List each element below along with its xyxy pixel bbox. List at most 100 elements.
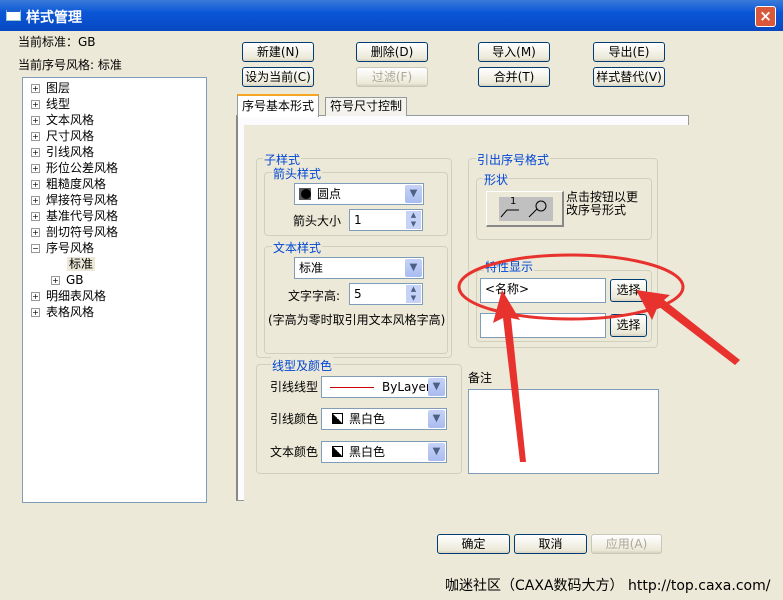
style-tree[interactable]: + 图层 + 线型 + 文本风格 + 尺寸风格 + 引线风格 + 形位公差风格 + 粗糙度风格 + 焊接符号风… (22, 77, 207, 503)
tree-item[interactable]: + 基准代号风格 (31, 208, 118, 224)
tree-item-label: 引线风格 (46, 145, 95, 159)
tree-item-standard[interactable]: 标准 (67, 256, 96, 272)
line-color-title: 线型及颜色 (271, 357, 334, 374)
arrow-size-stepper[interactable]: 1 ▲ ▼ (349, 209, 423, 231)
tree-item[interactable]: + 图层 (31, 80, 70, 96)
text-color-value: 黑白色 (349, 445, 386, 459)
tree-item-label: 明细表风格 (46, 289, 107, 303)
arrow-size-value: 1 (354, 213, 362, 227)
tree-item-label: 图层 (46, 81, 71, 95)
tree-item-label: 表格风格 (46, 305, 95, 319)
chevron-down-icon[interactable]: ▼ (405, 185, 422, 203)
tree-item[interactable]: + 粗糙度风格 (31, 176, 106, 192)
shape-hint: 点击按钮以更改序号形式 (566, 190, 639, 217)
text-height-note: (字高为零时取引用文本风格字高) (268, 313, 446, 327)
expand-icon[interactable]: + (31, 164, 40, 173)
line-type-value: ByLayer (382, 380, 431, 394)
tree-item-label: 粗糙度风格 (46, 177, 107, 191)
color-swatch-icon (332, 446, 343, 457)
tree-item[interactable]: − 序号风格 (31, 240, 94, 256)
shape-button[interactable]: 1 (486, 191, 564, 227)
expand-icon[interactable]: + (31, 116, 40, 125)
expand-icon[interactable]: + (31, 84, 40, 93)
shape-title: 形状 (483, 171, 510, 188)
style-replace-button[interactable]: 样式替代(V) (593, 67, 665, 87)
tree-item-label: 线型 (46, 97, 71, 111)
line-type-select[interactable]: ByLayer ▼ (321, 376, 447, 398)
tree-item-label: 形位公差风格 (46, 161, 119, 175)
chevron-down-icon[interactable]: ▼ (428, 410, 445, 428)
select-button-2[interactable]: 选择 (610, 314, 647, 337)
expand-icon[interactable]: + (31, 180, 40, 189)
expand-icon[interactable]: + (31, 292, 40, 301)
cancel-button[interactable]: 取消 (514, 534, 587, 554)
expand-icon[interactable]: + (51, 276, 60, 285)
tab-basic-form[interactable]: 序号基本形式 (237, 94, 320, 117)
expand-icon[interactable]: + (31, 228, 40, 237)
tree-item[interactable]: + 引线风格 (31, 144, 94, 160)
tree-item[interactable]: + 焊接符号风格 (31, 192, 118, 208)
shape-number: 1 (510, 196, 517, 207)
watermark: 咖迷社区（CAXA数码大方） http://top.caxa.com/ (445, 578, 771, 594)
close-button[interactable]: × (755, 6, 776, 27)
expand-icon[interactable]: + (31, 148, 40, 157)
text-color-label: 文本颜色 (270, 445, 319, 459)
color-swatch-icon (332, 413, 343, 424)
tree-item[interactable]: + 文本风格 (31, 112, 94, 128)
property-field-1[interactable]: <名称> (480, 278, 606, 303)
new-button[interactable]: 新建(N) (242, 42, 314, 62)
tree-item-label: 剖切符号风格 (46, 225, 119, 239)
shape-preview-icon: 1 (499, 196, 553, 221)
spin-icon[interactable]: ▲ ▼ (406, 285, 421, 303)
delete-button[interactable]: 删除(D) (356, 42, 428, 62)
select-button-1[interactable]: 选择 (610, 279, 647, 302)
ok-button[interactable]: 确定 (437, 534, 510, 554)
chevron-down-icon[interactable]: ▼ (405, 259, 422, 277)
import-button[interactable]: 导入(M) (478, 42, 550, 62)
dot-arrow-icon (299, 188, 311, 200)
tree-item-gb[interactable]: + GB (51, 272, 84, 288)
window-title: 样式管理 (26, 10, 82, 26)
expand-icon[interactable]: + (31, 196, 40, 205)
tree-item[interactable]: + 线型 (31, 96, 70, 112)
tree-item[interactable]: + 剖切符号风格 (31, 224, 118, 240)
line-color-label: 引线颜色 (270, 412, 319, 426)
expand-icon[interactable]: + (31, 100, 40, 109)
title-bar: 样式管理 × (0, 0, 783, 31)
merge-button[interactable]: 合并(T) (478, 67, 550, 87)
collapse-icon[interactable]: − (31, 244, 40, 253)
text-style-select[interactable]: 标准 ▼ (294, 257, 424, 279)
tree-item[interactable]: + 表格风格 (31, 304, 94, 320)
tree-item[interactable]: + 尺寸风格 (31, 128, 94, 144)
tree-item-label: 文本风格 (46, 113, 95, 127)
expand-icon[interactable]: + (31, 132, 40, 141)
line-color-select[interactable]: 黑白色 ▼ (321, 408, 447, 430)
text-style-title: 文本样式 (272, 239, 323, 256)
text-height-stepper[interactable]: 5 ▲ ▼ (349, 283, 423, 305)
set-current-button[interactable]: 设为当前(C) (242, 67, 314, 87)
line-sample-icon (330, 387, 374, 388)
remark-textarea[interactable] (468, 389, 659, 474)
window-icon (6, 9, 21, 21)
property-field-2[interactable] (480, 313, 606, 338)
expand-icon[interactable]: + (31, 212, 40, 221)
current-style: 当前序号风格: 标准 (18, 58, 122, 72)
filter-button[interactable]: 过滤(F) (356, 67, 428, 87)
tree-item-label: 焊接符号风格 (46, 193, 119, 207)
text-color-select[interactable]: 黑白色 ▼ (321, 441, 447, 463)
tree-item-label: 标准 (67, 257, 96, 271)
chevron-down-icon[interactable]: ▼ (428, 378, 445, 396)
expand-icon[interactable]: + (31, 308, 40, 317)
apply-button[interactable]: 应用(A) (591, 534, 662, 554)
arrow-style-select[interactable]: 圆点 ▼ (294, 183, 424, 205)
arrow-size-label: 箭头大小 (293, 214, 342, 228)
chevron-down-icon[interactable]: ▼ (428, 443, 445, 461)
tab-size-control[interactable]: 符号尺寸控制 (325, 97, 408, 116)
tree-item-label: 基准代号风格 (46, 209, 119, 223)
current-standard: 当前标准：GB (18, 35, 96, 49)
tree-item[interactable]: + 形位公差风格 (31, 160, 118, 176)
tree-item[interactable]: + 明细表风格 (31, 288, 106, 304)
text-height-value: 5 (354, 287, 362, 301)
spin-icon[interactable]: ▲ ▼ (406, 211, 421, 229)
export-button[interactable]: 导出(E) (593, 42, 665, 62)
